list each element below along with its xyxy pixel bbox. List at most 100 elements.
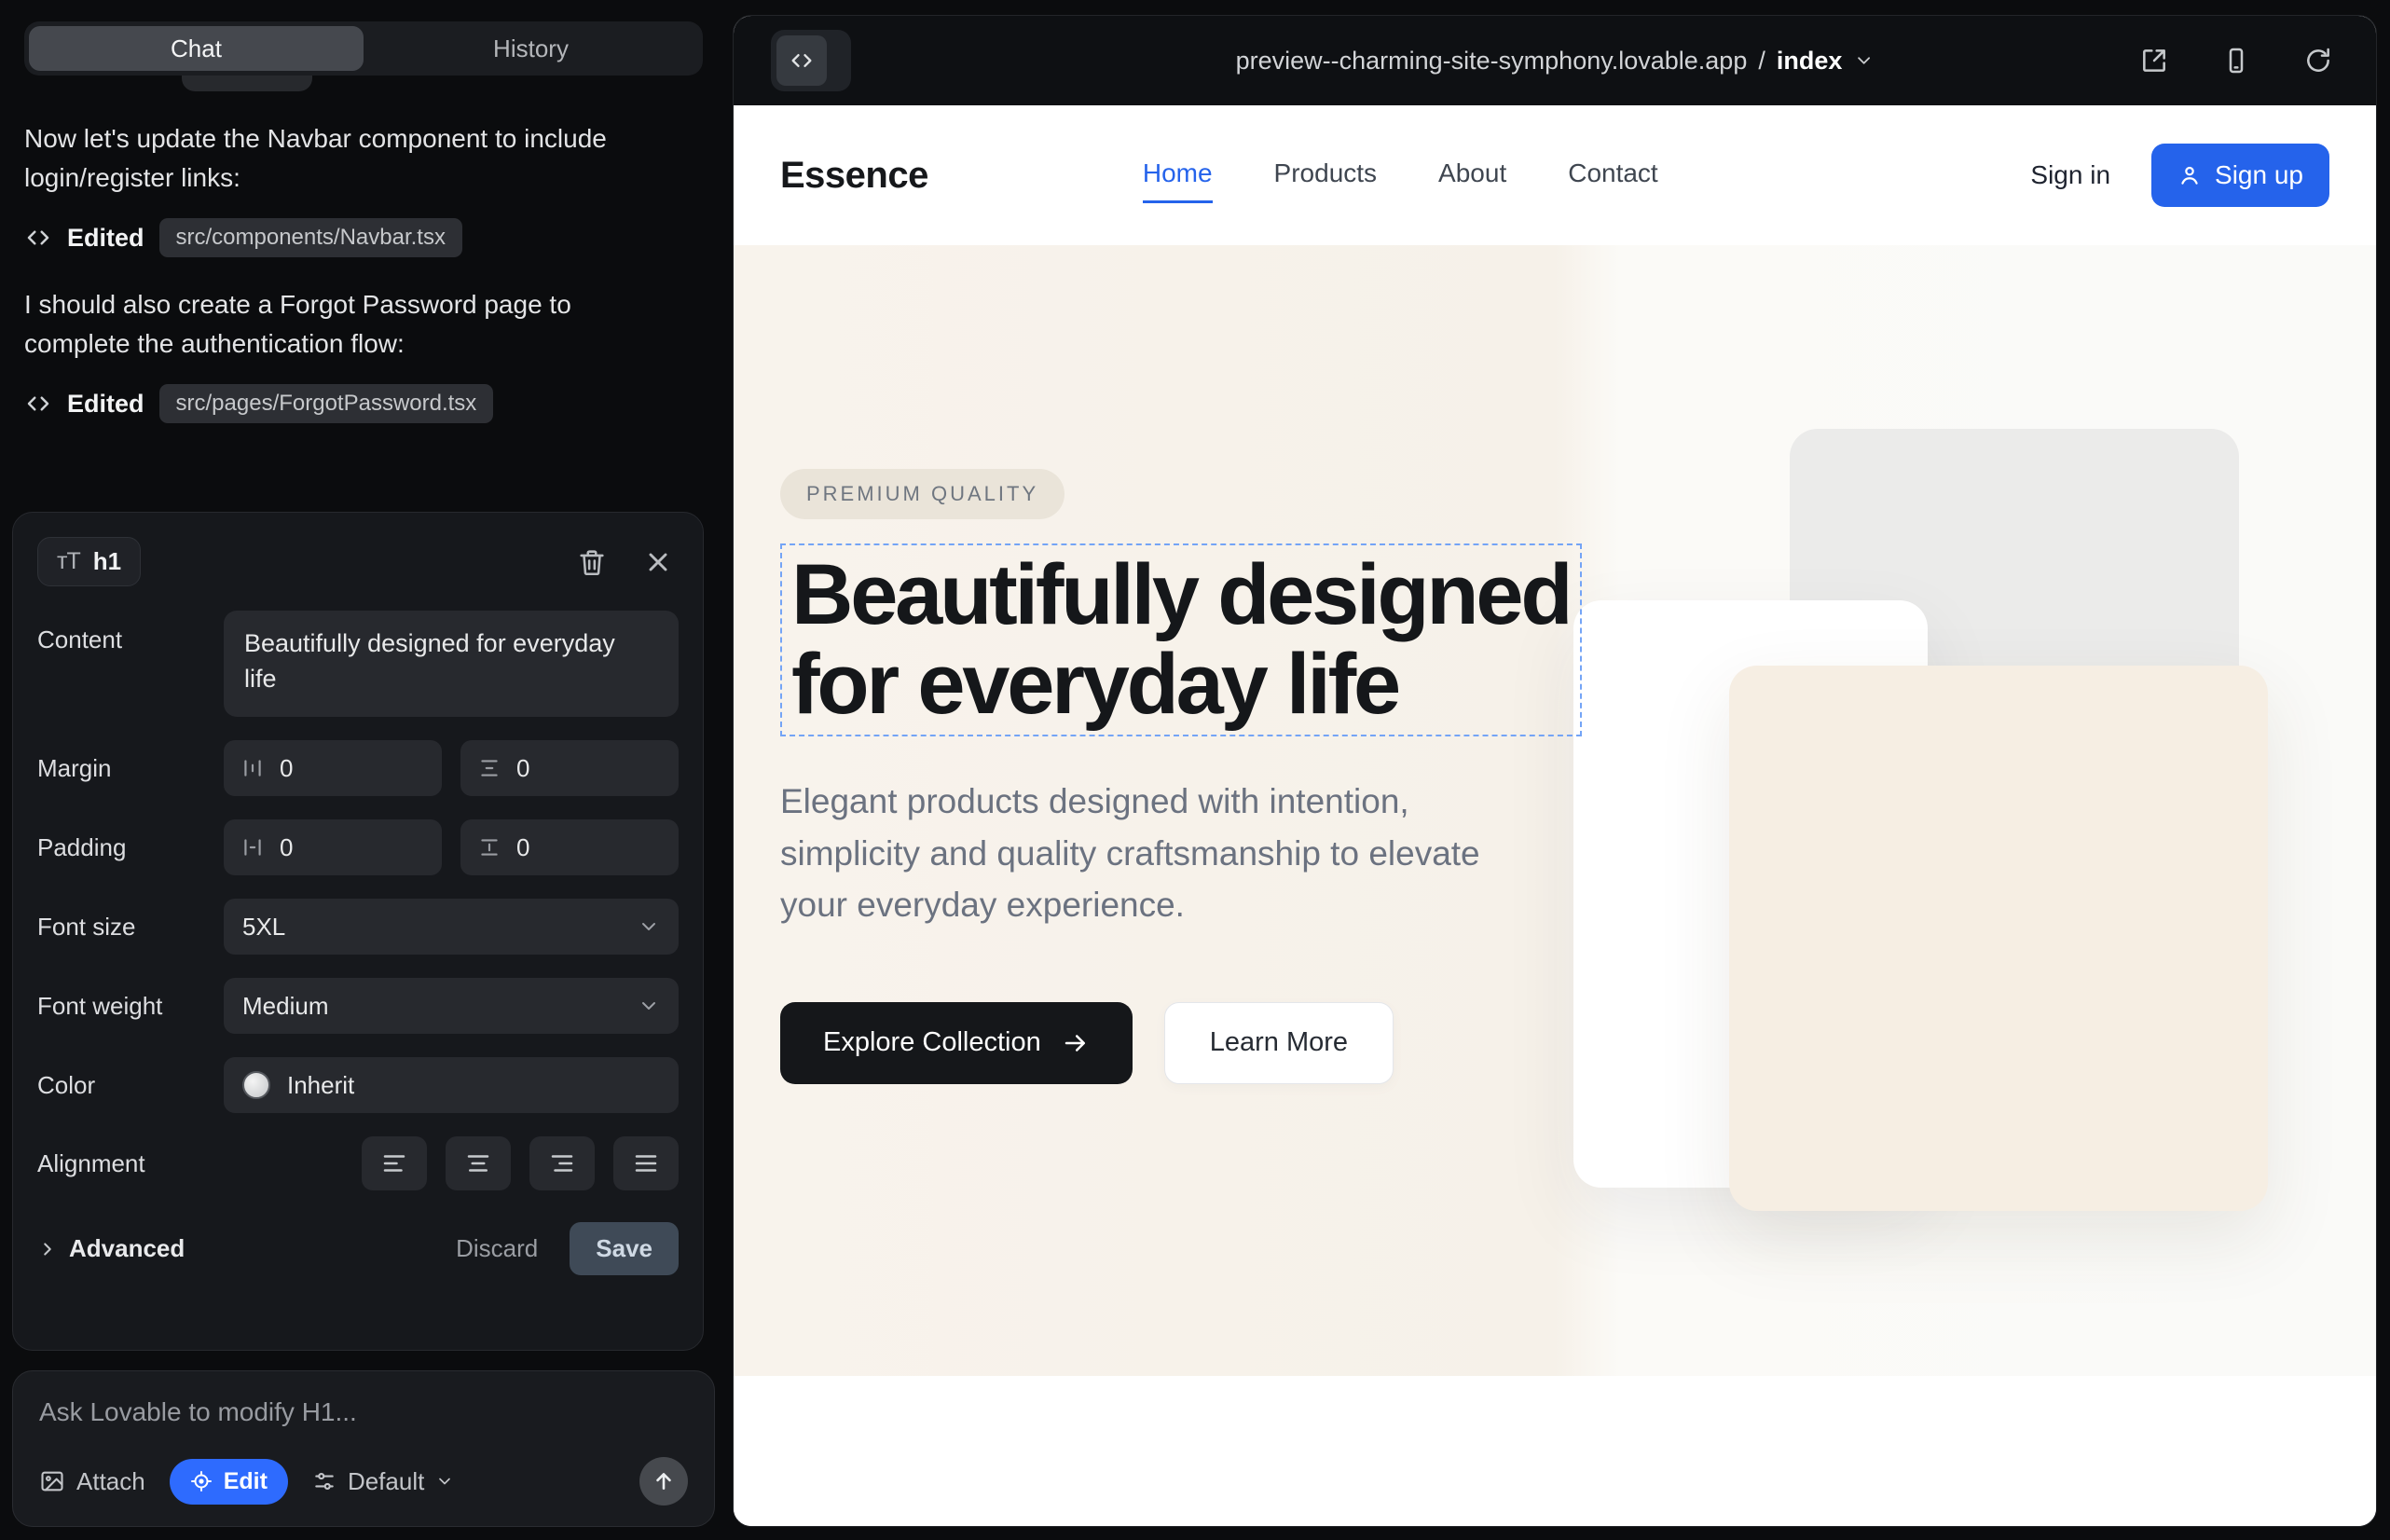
delete-element-button[interactable]: [570, 541, 613, 584]
advanced-toggle[interactable]: Advanced: [37, 1234, 185, 1263]
color-label: Color: [37, 1071, 224, 1100]
edit-mode-button[interactable]: Edit: [170, 1459, 288, 1505]
quality-badge: PREMIUM QUALITY: [780, 469, 1065, 519]
close-icon: [643, 547, 673, 577]
nav-link-products[interactable]: Products: [1274, 158, 1378, 192]
tab-history[interactable]: History: [364, 26, 698, 71]
align-left-icon: [380, 1149, 408, 1177]
attach-button[interactable]: Attach: [39, 1467, 145, 1496]
edited-file-row: Edited src/components/Navbar.tsx: [24, 218, 621, 257]
file-chip-forgot-password[interactable]: src/pages/ForgotPassword.tsx: [159, 384, 494, 423]
chevron-down-icon: [435, 1472, 454, 1491]
selection-outline: Beautifully designed for everyday life: [780, 543, 1582, 736]
align-center-button[interactable]: [446, 1136, 511, 1190]
content-input[interactable]: Beautifully designed for everyday life: [224, 611, 679, 717]
sliders-icon: [312, 1469, 337, 1493]
element-tag[interactable]: тT h1: [37, 537, 141, 586]
align-justify-button[interactable]: [613, 1136, 679, 1190]
decorative-card-beige: [1729, 666, 2268, 1211]
code-icon: [24, 390, 52, 418]
send-button[interactable]: [639, 1457, 688, 1506]
refresh-button[interactable]: [2298, 40, 2339, 81]
tab-chat[interactable]: Chat: [29, 26, 364, 71]
padding-x-value: 0: [280, 833, 293, 862]
file-chip-navbar[interactable]: src/components/Navbar.tsx: [159, 218, 462, 257]
align-justify-icon: [632, 1149, 660, 1177]
font-weight-select[interactable]: Medium: [224, 978, 679, 1034]
nav-link-contact[interactable]: Contact: [1568, 158, 1658, 192]
chevron-down-icon: [638, 915, 660, 938]
trash-icon: [576, 546, 608, 578]
font-size-select[interactable]: 5XL: [224, 899, 679, 955]
hero-heading[interactable]: Beautifully designed for everyday life: [791, 551, 1571, 729]
element-inspector: тT h1 Content Beautifull: [12, 512, 704, 1351]
edited-label: Edited: [67, 224, 144, 253]
align-right-button[interactable]: [529, 1136, 595, 1190]
composer-toolbar: Attach Edit Default: [39, 1457, 688, 1506]
model-default-dropdown[interactable]: Default: [312, 1467, 454, 1496]
url-dropdown[interactable]: preview--charming-site-symphony.lovable.…: [1236, 47, 1875, 76]
hero-content: PREMIUM QUALITY Beautifully designed for…: [780, 469, 1638, 1084]
code-icon: [24, 224, 52, 252]
padding-x-input[interactable]: 0: [224, 819, 442, 875]
align-left-button[interactable]: [362, 1136, 427, 1190]
external-link-icon: [2139, 46, 2169, 76]
edited-label: Edited: [67, 390, 144, 419]
site-logo[interactable]: Essence: [780, 155, 928, 197]
inspector-footer: Advanced Discard Save: [37, 1222, 679, 1275]
content-row: Content Beautifully designed for everyda…: [37, 611, 679, 717]
margin-label: Margin: [37, 754, 224, 783]
align-right-icon: [548, 1149, 576, 1177]
margin-row: Margin 0 0: [37, 740, 679, 796]
chat-tabs: Chat History: [24, 21, 703, 76]
hero-cta-row: Explore Collection Learn More: [780, 1002, 1638, 1084]
margin-x-value: 0: [280, 754, 293, 783]
arrow-right-icon: [1062, 1029, 1090, 1057]
chevron-right-icon: [37, 1239, 58, 1259]
explore-collection-button[interactable]: Explore Collection: [780, 1002, 1133, 1084]
save-button[interactable]: Save: [570, 1222, 679, 1275]
site-navbar: Essence Home Products About Contact Sign…: [734, 105, 2376, 245]
margin-y-value: 0: [516, 754, 529, 783]
alignment-row: Alignment: [37, 1136, 679, 1190]
margin-y-input[interactable]: 0: [460, 740, 679, 796]
image-icon: [39, 1468, 65, 1494]
sign-up-button[interactable]: Sign up: [2151, 144, 2329, 207]
user-icon: [2177, 163, 2202, 187]
learn-more-button[interactable]: Learn More: [1164, 1002, 1394, 1084]
nav-link-about[interactable]: About: [1438, 158, 1506, 192]
element-tag-label: h1: [93, 547, 121, 576]
advanced-label: Advanced: [69, 1234, 185, 1263]
open-in-new-tab-button[interactable]: [2134, 40, 2175, 81]
attach-label: Attach: [76, 1467, 145, 1496]
composer-input[interactable]: Ask Lovable to modify H1...: [39, 1397, 688, 1427]
arrow-up-icon: [652, 1469, 676, 1493]
code-preview-toggle[interactable]: [771, 30, 851, 91]
tab-chat-label: Chat: [171, 34, 222, 63]
preview-area: preview--charming-site-symphony.lovable.…: [727, 0, 2390, 1540]
url-separator: /: [1758, 47, 1765, 76]
padding-y-icon: [477, 835, 501, 859]
lovable-editor: Chat History Now let's update the Navbar…: [0, 0, 2390, 1540]
below-hero-section: [734, 1376, 2376, 1526]
discard-button[interactable]: Discard: [456, 1234, 538, 1263]
margin-x-input[interactable]: 0: [224, 740, 442, 796]
font-weight-row: Font weight Medium: [37, 978, 679, 1034]
typography-icon: тT: [57, 548, 80, 575]
margin-y-icon: [477, 756, 501, 780]
hero-section: PREMIUM QUALITY Beautifully designed for…: [734, 245, 2376, 1376]
color-value: Inherit: [287, 1071, 354, 1100]
color-select[interactable]: Inherit: [224, 1057, 679, 1113]
padding-y-input[interactable]: 0: [460, 819, 679, 875]
alignment-label: Alignment: [37, 1149, 224, 1178]
close-inspector-button[interactable]: [638, 542, 679, 583]
padding-label: Padding: [37, 833, 224, 862]
browser-actions: [2134, 40, 2339, 81]
sign-in-link[interactable]: Sign in: [2030, 160, 2110, 190]
mobile-view-button[interactable]: [2216, 40, 2257, 81]
chevron-down-icon: [638, 995, 660, 1017]
nav-link-home[interactable]: Home: [1143, 158, 1213, 192]
chat-messages: Now let's update the Navbar component to…: [24, 119, 621, 451]
browser-toolbar: preview--charming-site-symphony.lovable.…: [734, 16, 2376, 105]
composer: Ask Lovable to modify H1... Attach Edit: [12, 1370, 715, 1527]
